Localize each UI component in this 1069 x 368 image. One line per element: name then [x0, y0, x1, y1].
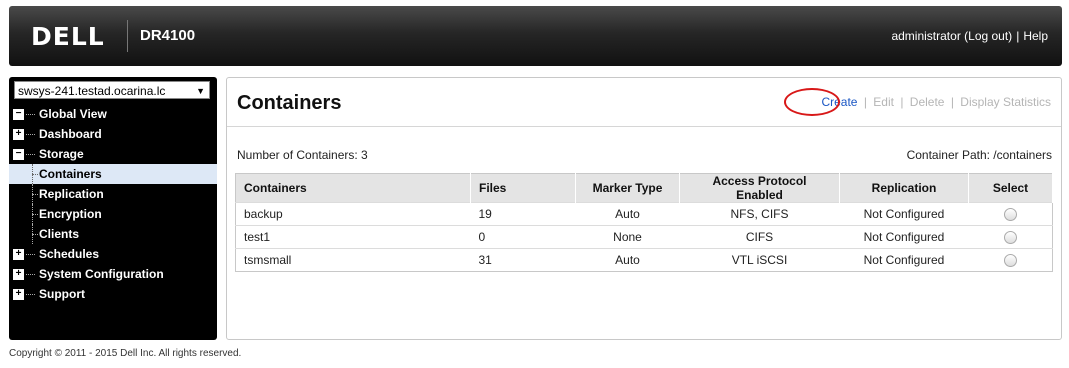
expand-icon[interactable]: +: [13, 129, 24, 140]
user-bar-separator: |: [1016, 29, 1020, 43]
page-title: Containers: [237, 92, 342, 114]
nav-label: Dashboard: [39, 127, 102, 141]
expand-icon[interactable]: +: [13, 249, 24, 260]
nav-system-configuration[interactable]: + System Configuration: [9, 264, 217, 284]
column-header[interactable]: Files: [470, 173, 576, 203]
expand-icon[interactable]: +: [13, 269, 24, 280]
files-count: 19: [470, 202, 576, 226]
main-panel: Containers Create | Edit | Delete | Disp…: [226, 77, 1062, 340]
collapse-icon[interactable]: −: [13, 149, 24, 160]
delete-link[interactable]: Delete: [910, 95, 945, 109]
nav-label: Containers: [39, 167, 102, 181]
action-separator: |: [900, 95, 904, 109]
expand-icon[interactable]: +: [13, 289, 24, 300]
nav-dashboard[interactable]: + Dashboard: [9, 124, 217, 144]
nav-label: Schedules: [39, 247, 100, 261]
nav-label: Global View: [39, 107, 107, 121]
nav-label: Encryption: [39, 207, 102, 221]
access-protocol: CIFS: [679, 225, 840, 249]
app-header: DELL DR4100 administrator (Log out) | Help: [9, 6, 1062, 66]
nav-label: Replication: [39, 187, 104, 201]
files-count: 0: [470, 225, 576, 249]
access-protocol: VTL iSCSI: [679, 248, 840, 272]
container-count: Number of Containers: 3: [237, 148, 368, 162]
nav-clients[interactable]: Clients: [9, 224, 217, 244]
logout-link[interactable]: administrator (Log out): [891, 29, 1012, 43]
action-separator: |: [950, 95, 954, 109]
copyright: Copyright © 2011 - 2015 Dell Inc. All ri…: [9, 348, 242, 359]
nav-schedules[interactable]: + Schedules: [9, 244, 217, 264]
column-header[interactable]: Select: [968, 173, 1053, 203]
logo-divider: [127, 20, 128, 52]
replication-status: Not Configured: [839, 202, 969, 226]
table-row[interactable]: backup 19 Auto NFS, CIFS Not Configured: [235, 202, 1053, 226]
host-select[interactable]: swsys-241.testad.ocarina.lc ▼: [14, 81, 210, 99]
column-header[interactable]: Access Protocol Enabled: [679, 173, 840, 203]
column-header[interactable]: Containers: [235, 173, 471, 203]
nav-support[interactable]: + Support: [9, 284, 217, 304]
access-protocol: NFS, CIFS: [679, 202, 840, 226]
container-name: backup: [235, 202, 471, 226]
title-divider: [227, 126, 1061, 127]
replication-status: Not Configured: [839, 248, 969, 272]
table-header-row: Containers Files Marker Type Access Prot…: [235, 173, 1053, 203]
container-name: tsmsmall: [235, 248, 471, 272]
host-select-value: swsys-241.testad.ocarina.lc: [18, 84, 166, 98]
help-link[interactable]: Help: [1023, 29, 1048, 43]
column-header[interactable]: Marker Type: [575, 173, 680, 203]
sidebar: swsys-241.testad.ocarina.lc ▼ − Global V…: [9, 77, 217, 340]
nav-label: Support: [39, 287, 85, 301]
marker-type: Auto: [575, 202, 680, 226]
column-header[interactable]: Replication: [839, 173, 969, 203]
table-row[interactable]: tsmsmall 31 Auto VTL iSCSI Not Configure…: [235, 248, 1053, 272]
collapse-icon[interactable]: −: [13, 109, 24, 120]
files-count: 31: [470, 248, 576, 272]
action-bar: Create | Edit | Delete | Display Statist…: [821, 95, 1051, 109]
chevron-down-icon: ▼: [196, 86, 205, 96]
select-radio[interactable]: [1003, 254, 1017, 268]
nav-encryption[interactable]: Encryption: [9, 204, 217, 224]
table-row[interactable]: test1 0 None CIFS Not Configured: [235, 225, 1053, 249]
container-path: Container Path: /containers: [906, 148, 1052, 162]
nav-global-view[interactable]: − Global View: [9, 104, 217, 124]
marker-type: None: [575, 225, 680, 249]
container-name: test1: [235, 225, 471, 249]
nav-label: Storage: [39, 147, 84, 161]
user-bar: administrator (Log out) | Help: [891, 29, 1048, 43]
select-radio[interactable]: [1003, 231, 1017, 245]
nav-tree: − Global View + Dashboard − Storage Cont…: [9, 104, 217, 304]
nav-storage[interactable]: − Storage: [9, 144, 217, 164]
marker-type: Auto: [575, 248, 680, 272]
nav-containers[interactable]: Containers: [9, 164, 217, 184]
nav-replication[interactable]: Replication: [9, 184, 217, 204]
dell-logo: DELL: [31, 22, 105, 51]
edit-link[interactable]: Edit: [873, 95, 894, 109]
nav-label: System Configuration: [39, 267, 164, 281]
highlight-circle-annotation: [784, 88, 840, 116]
display-statistics-link[interactable]: Display Statistics: [960, 95, 1051, 109]
replication-status: Not Configured: [839, 225, 969, 249]
select-radio[interactable]: [1003, 208, 1017, 222]
action-separator: |: [863, 95, 867, 109]
product-name: DR4100: [140, 27, 196, 44]
nav-label: Clients: [39, 227, 80, 241]
containers-table: Containers Files Marker Type Access Prot…: [235, 173, 1053, 272]
